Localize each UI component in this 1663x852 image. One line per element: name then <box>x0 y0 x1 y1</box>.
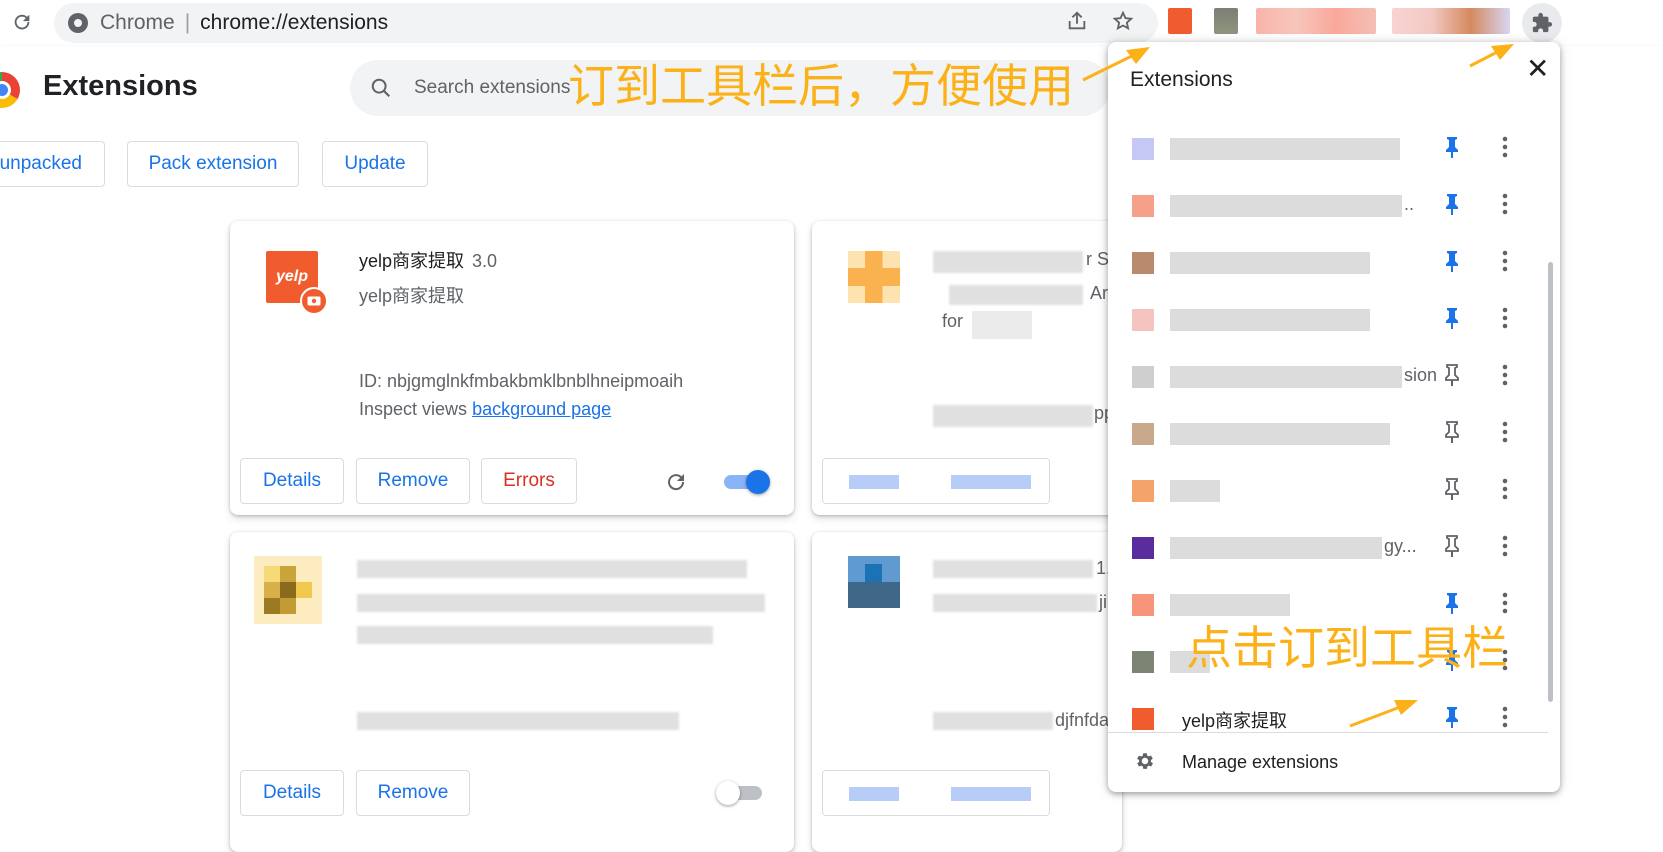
annotation-arrows <box>1082 44 1514 728</box>
